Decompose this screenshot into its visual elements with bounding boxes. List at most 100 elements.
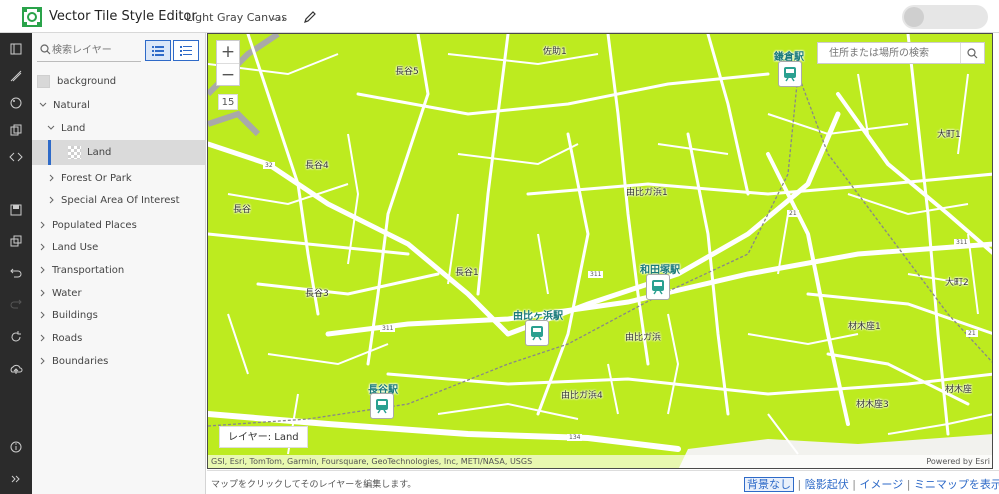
no-background-button[interactable]: 背景なし	[744, 477, 794, 492]
layer-label: Populated Places	[52, 219, 137, 231]
geo-search-input[interactable]	[818, 43, 958, 63]
layer-label: Forest Or Park	[61, 172, 132, 184]
edit-pencil-icon[interactable]	[303, 10, 317, 24]
layer-label: Special Area Of Interest	[61, 194, 180, 206]
layer-group-buildings[interactable]: Buildings	[32, 304, 205, 326]
train-station-icon[interactable]	[778, 61, 802, 87]
train-station-icon[interactable]	[525, 320, 549, 346]
map-more-button[interactable]: ...	[272, 9, 286, 23]
geo-search-button[interactable]	[960, 43, 984, 63]
layer-group-forest-or-park[interactable]: Forest Or Park	[32, 167, 205, 189]
chevron-right-icon	[40, 243, 45, 251]
geo-search-box	[817, 42, 985, 64]
chevron-right-icon	[40, 357, 45, 365]
show-minimap-button[interactable]: ミニマップを表示	[914, 478, 999, 491]
avatar[interactable]	[904, 7, 924, 27]
place-label: 材木座1	[848, 322, 881, 332]
refresh-icon[interactable]	[0, 325, 32, 349]
upload-icon[interactable]	[0, 357, 32, 381]
separator: |	[852, 478, 856, 491]
place-label: 長谷5	[395, 67, 419, 77]
left-toolbar	[0, 33, 32, 494]
route-shield: 21	[787, 210, 799, 217]
train-station-icon[interactable]	[646, 274, 670, 300]
compact-list-icon	[180, 46, 192, 56]
place-label: 由比ガ浜4	[561, 391, 603, 401]
layer-search-input[interactable]	[52, 40, 142, 60]
place-label: 材木座3	[856, 400, 889, 410]
route-shield: 311	[380, 325, 396, 332]
duplicate-icon[interactable]	[0, 229, 32, 253]
search-underline	[37, 61, 141, 62]
layer-label: background	[57, 75, 117, 87]
layer-label: Boundaries	[52, 355, 109, 367]
layer-group-special-area[interactable]: Special Area Of Interest	[32, 189, 205, 211]
layer-group-boundaries[interactable]: Boundaries	[32, 350, 205, 372]
layer-group-natural[interactable]: Natural	[32, 94, 205, 116]
separator: |	[797, 478, 802, 491]
chevron-down-icon	[39, 102, 47, 107]
code-icon[interactable]	[0, 145, 32, 169]
redo-icon[interactable]	[0, 291, 32, 315]
undo-icon[interactable]	[0, 260, 32, 284]
layer-swatch	[68, 146, 81, 159]
style-icon[interactable]	[0, 64, 32, 88]
place-label: 長谷	[233, 205, 252, 215]
bottom-bar: マップをクリックしてそのレイヤーを編集します。 背景なし | 陰影起伏 | イメ…	[207, 470, 999, 494]
attribution-text: GSI, Esri, TomTom, Garmin, Foursquare, G…	[211, 457, 533, 466]
chevron-right-icon	[40, 334, 45, 342]
place-label: 由比ガ浜	[625, 333, 662, 343]
route-shield: 32	[263, 162, 275, 169]
zoom-out-button[interactable]: −	[217, 63, 239, 85]
layer-group-land-use[interactable]: Land Use	[32, 236, 205, 258]
save-icon[interactable]	[0, 198, 32, 222]
layer-label: Water	[52, 287, 82, 299]
app-logo-icon	[22, 7, 42, 27]
info-icon[interactable]	[0, 435, 32, 459]
layer-group-roads[interactable]: Roads	[32, 327, 205, 349]
compact-view-button[interactable]	[173, 40, 199, 61]
layer-label: Buildings	[52, 309, 98, 321]
layer-group-transportation[interactable]: Transportation	[32, 259, 205, 281]
layer-row-background[interactable]: background	[32, 70, 205, 92]
chevron-down-icon	[47, 125, 55, 130]
place-label: 長谷3	[305, 289, 329, 299]
current-layer-label: レイヤー: Land	[219, 426, 308, 448]
map-attribution: GSI, Esri, TomTom, Garmin, Foursquare, G…	[208, 455, 992, 468]
layer-group-land[interactable]: Land	[32, 117, 205, 139]
chevron-right-icon	[40, 221, 45, 229]
app-header: Vector Tile Style Editor Light Gray Canv…	[0, 0, 999, 33]
place-label: 大町1	[937, 130, 961, 140]
list-view-button[interactable]	[145, 40, 171, 61]
route-shield: 21	[966, 330, 978, 337]
place-label: 長谷1	[455, 268, 479, 278]
hillshade-button[interactable]: 陰影起伏	[805, 478, 849, 491]
layer-label: Transportation	[52, 264, 125, 276]
copy-style-icon[interactable]	[0, 118, 32, 142]
separator: |	[906, 478, 911, 491]
layer-label: Land	[87, 147, 112, 158]
chevron-right-icon	[40, 311, 45, 319]
layer-label: Roads	[52, 332, 83, 344]
train-station-icon[interactable]	[370, 393, 394, 419]
layers-icon[interactable]	[0, 37, 32, 61]
zoom-in-button[interactable]: +	[217, 41, 239, 63]
route-shield: 311	[588, 271, 604, 278]
map-view[interactable]: + − 15 佐助1 長谷5 長谷4 長谷 大町1 由比ガ浜1 長谷1 長谷3 …	[207, 33, 993, 469]
app-title: Vector Tile Style Editor	[49, 9, 197, 24]
powered-by-link[interactable]: Powered by Esri	[926, 455, 990, 468]
route-shield: 311	[954, 239, 970, 246]
place-label: 由比ガ浜1	[626, 188, 668, 198]
basemap-options: 背景なし | 陰影起伏 | イメージ | ミニマップを表示	[744, 476, 999, 492]
palette-icon[interactable]	[0, 91, 32, 115]
route-shield: 134	[567, 434, 583, 441]
expand-icon[interactable]	[0, 467, 32, 491]
layer-group-populated-places[interactable]: Populated Places	[32, 214, 205, 236]
place-label: 大町2	[945, 278, 969, 288]
layer-row-land-selected[interactable]: Land	[32, 140, 205, 165]
imagery-button[interactable]: イメージ	[859, 478, 903, 491]
layer-group-water[interactable]: Water	[32, 282, 205, 304]
zoom-level: 15	[218, 94, 238, 110]
layer-label: Natural	[53, 99, 90, 111]
list-view-icon	[152, 46, 164, 56]
